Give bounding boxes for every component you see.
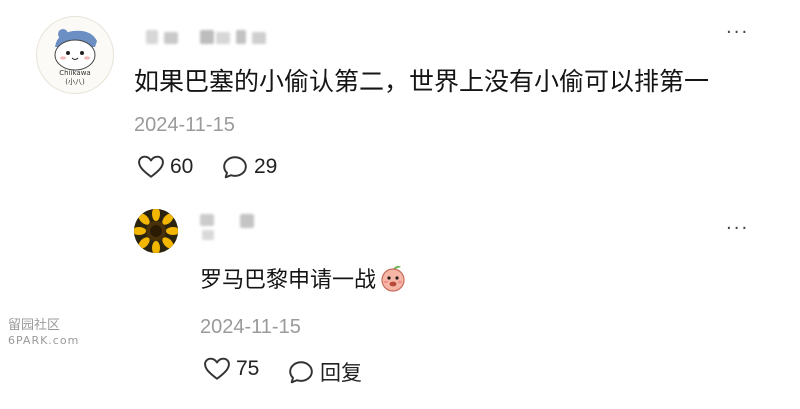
peach-emoji-icon — [381, 265, 405, 292]
like-count: 60 — [170, 155, 194, 178]
heart-icon — [204, 357, 230, 380]
reply-text: 罗马巴黎申请一战 — [200, 262, 408, 294]
reply-more-icon[interactable]: ··· — [726, 218, 749, 239]
watermark-line1: 留园社区 — [8, 318, 61, 333]
comment-icon — [223, 156, 247, 179]
reply-date: 2024-11-15 — [200, 316, 301, 338]
like-button[interactable]: 60 — [138, 155, 193, 179]
watermark-line2: 6PARK.com — [8, 334, 80, 347]
sunflower-avatar-image — [134, 209, 178, 253]
reply-like-count: 75 — [236, 357, 260, 380]
reply-avatar[interactable] — [134, 209, 178, 253]
avatar-label: Chiikawa (小八) — [59, 69, 91, 86]
reply-button-label: 回复 — [320, 362, 362, 385]
comment-text: 如果巴塞的小偷认第二，世界上没有小偷可以排第一 — [134, 67, 710, 96]
reply-count-button[interactable]: 29 — [222, 155, 277, 179]
avatar[interactable]: Chiikawa (小八) — [36, 16, 114, 94]
username-redacted[interactable] — [134, 28, 354, 48]
heart-icon — [138, 155, 164, 178]
reply-count: 29 — [254, 155, 278, 178]
reply-like-button[interactable]: 75 — [204, 357, 259, 381]
comment-icon — [289, 361, 313, 384]
watermark: 留园社区 6PARK.com — [8, 318, 79, 348]
comment-date: 2024-11-15 — [134, 114, 235, 136]
more-icon[interactable]: ··· — [726, 22, 749, 43]
reply-text-content: 罗马巴黎申请一战 — [200, 268, 377, 293]
reply-username-redacted[interactable] — [200, 212, 260, 244]
reply-button[interactable]: 回复 — [288, 357, 362, 387]
